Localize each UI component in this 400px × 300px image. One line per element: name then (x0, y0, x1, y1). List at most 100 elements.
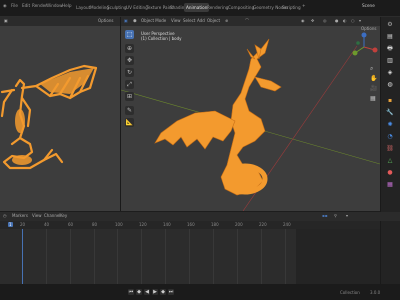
editor-type-icon[interactable]: ▣ (4, 18, 8, 23)
measure-icon[interactable]: 📐 (125, 118, 134, 127)
tick-label: 200 (235, 222, 243, 227)
grid-line (141, 229, 142, 284)
blender-logo-icon[interactable]: ◉ (3, 3, 7, 8)
menu-edit[interactable]: Edit (22, 3, 30, 8)
view-layer-icon[interactable]: ▥ (386, 57, 394, 65)
shading-solid-icon[interactable]: ● (335, 18, 339, 23)
timeline-ruler[interactable]: 1 20 40 60 80 100 120 140 160 180 200 22… (0, 221, 380, 229)
snap-icon[interactable]: ⌒ (245, 18, 249, 24)
scene-selector[interactable]: Scene (362, 3, 375, 8)
filter-icon[interactable]: ⚲ (334, 213, 337, 218)
tick-label: 80 (92, 222, 98, 227)
shading-material-icon[interactable]: ◐ (343, 18, 347, 23)
jump-start-icon[interactable]: ⏮ (128, 289, 134, 295)
navigation-gizmo[interactable] (349, 31, 379, 71)
grid-line (261, 229, 262, 284)
grid-line (237, 229, 238, 284)
output-properties-icon[interactable]: 🖶 (386, 45, 394, 53)
tool-properties-icon[interactable]: ⚙ (386, 21, 394, 29)
menu-help[interactable]: Help (62, 3, 72, 8)
pan-icon[interactable]: ✋ (370, 75, 377, 82)
menu-select[interactable]: Select (183, 18, 195, 23)
menu-timeline-view[interactable]: View (32, 213, 42, 218)
status-stats: Collection (340, 290, 360, 295)
constraints-icon[interactable]: ⛓ (386, 145, 394, 153)
tick-label: 40 (44, 222, 50, 227)
menu-key[interactable]: Key (60, 213, 67, 218)
editor-type-icon[interactable]: ▣ (124, 18, 128, 23)
overlay-icon[interactable]: ◎ (323, 18, 327, 23)
menu-file[interactable]: File (11, 3, 18, 8)
cursor-icon[interactable]: ⊕ (125, 44, 134, 53)
menu-render[interactable]: Render (32, 3, 47, 8)
tick-label: 220 (259, 222, 267, 227)
tick-label: 140 (163, 222, 171, 227)
transform-icon[interactable]: ⊞ (125, 92, 134, 101)
playhead-line[interactable] (22, 229, 23, 284)
next-keyframe-icon[interactable]: ◆ (160, 289, 166, 295)
modifier-properties-icon[interactable]: 🔧 (386, 109, 394, 117)
right-viewport-header: ▣ ⬢ Object Mode View Select Add Object ⊕… (121, 17, 380, 26)
top-bar: ◉ File Edit Render Window Help Layout Mo… (0, 0, 400, 17)
menu-window[interactable]: Window (46, 3, 63, 8)
global-orientation-icon[interactable]: ⊕ (225, 18, 228, 23)
timeline-header: ◷ Markers View Channel Key ▪▪ ⚲ ▾ (0, 212, 400, 221)
rotate-icon[interactable]: ↻ (125, 68, 134, 77)
visibility-icon[interactable]: ◉ (301, 18, 305, 23)
version-text: 3.0.0 (370, 290, 381, 295)
select-box-icon[interactable]: ⬚ (125, 30, 134, 39)
shading-rendered-icon[interactable]: ○ (351, 18, 355, 23)
tick-label: 180 (211, 222, 219, 227)
move-icon[interactable]: ✥ (125, 56, 134, 65)
menu-object[interactable]: Object (207, 18, 220, 23)
texture-properties-icon[interactable]: ▦ (386, 181, 394, 189)
dragon-model-right[interactable] (151, 37, 291, 207)
menu-markers[interactable]: Markers (12, 213, 28, 218)
3d-viewport[interactable]: ▣ ⬢ Object Mode View Select Add Object ⊕… (121, 17, 380, 211)
shading-dropdown-icon[interactable]: ▾ (359, 18, 361, 23)
play-reverse-icon[interactable]: ◀ (144, 289, 150, 295)
current-frame-indicator[interactable]: 1 (8, 222, 13, 227)
scene-properties-icon[interactable]: ◈ (386, 69, 394, 77)
grid-line (165, 229, 166, 284)
dragon-model-left[interactable] (0, 26, 120, 211)
object-properties-icon[interactable]: ▪ (386, 97, 394, 105)
timeline-options-icon[interactable]: ▾ (346, 213, 348, 218)
prev-keyframe-icon[interactable]: ◆ (136, 289, 142, 295)
zoom-icon[interactable]: ⌕ (370, 65, 373, 73)
grid-line (94, 229, 95, 284)
scale-icon[interactable]: ⤢ (125, 80, 134, 89)
auto-keying-icon[interactable]: ▪▪ (322, 213, 327, 218)
grid-line (46, 229, 47, 284)
grid-line (213, 229, 214, 284)
grid-line (285, 229, 286, 284)
menu-view[interactable]: View (171, 18, 181, 23)
annotate-icon[interactable]: ✎ (125, 106, 134, 115)
tick-label: 240 (283, 222, 291, 227)
camera-view-icon[interactable]: 🎥 (370, 85, 377, 92)
world-properties-icon[interactable]: ◍ (386, 81, 394, 89)
tick-label: 120 (139, 222, 147, 227)
tab-scripting[interactable]: Scripting (280, 3, 303, 12)
particles-icon[interactable]: ✺ (386, 121, 394, 129)
left-options-button[interactable]: Options (98, 18, 113, 23)
properties-panel: ⚙ ▤ 🖶 ▥ ◈ ◍ ▪ 🔧 ✺ ◔ ⛓ △ ● ▦ (381, 17, 400, 300)
physics-icon[interactable]: ◔ (386, 133, 394, 141)
data-properties-icon[interactable]: △ (386, 157, 394, 165)
perspective-toggle-icon[interactable]: ▦ (370, 95, 376, 102)
object-mode-icon[interactable]: ⬢ (133, 18, 137, 23)
play-icon[interactable]: ▶ (152, 289, 158, 295)
jump-end-icon[interactable]: ⏭ (168, 289, 174, 295)
tick-label: 100 (115, 222, 123, 227)
add-workspace-icon[interactable]: + (302, 3, 306, 8)
grid-line (117, 229, 118, 284)
menu-channel[interactable]: Channel (44, 213, 60, 218)
render-properties-icon[interactable]: ▤ (386, 33, 394, 41)
menu-add[interactable]: Add (197, 18, 205, 23)
object-mode-dropdown[interactable]: Object Mode (141, 18, 166, 23)
timeline-editor-icon[interactable]: ◷ (3, 213, 7, 218)
gizmo-icon[interactable]: ✥ (311, 18, 314, 23)
tick-label: 160 (187, 222, 195, 227)
camera-viewport[interactable]: ▣ Options (0, 17, 120, 211)
material-properties-icon[interactable]: ● (386, 169, 394, 177)
